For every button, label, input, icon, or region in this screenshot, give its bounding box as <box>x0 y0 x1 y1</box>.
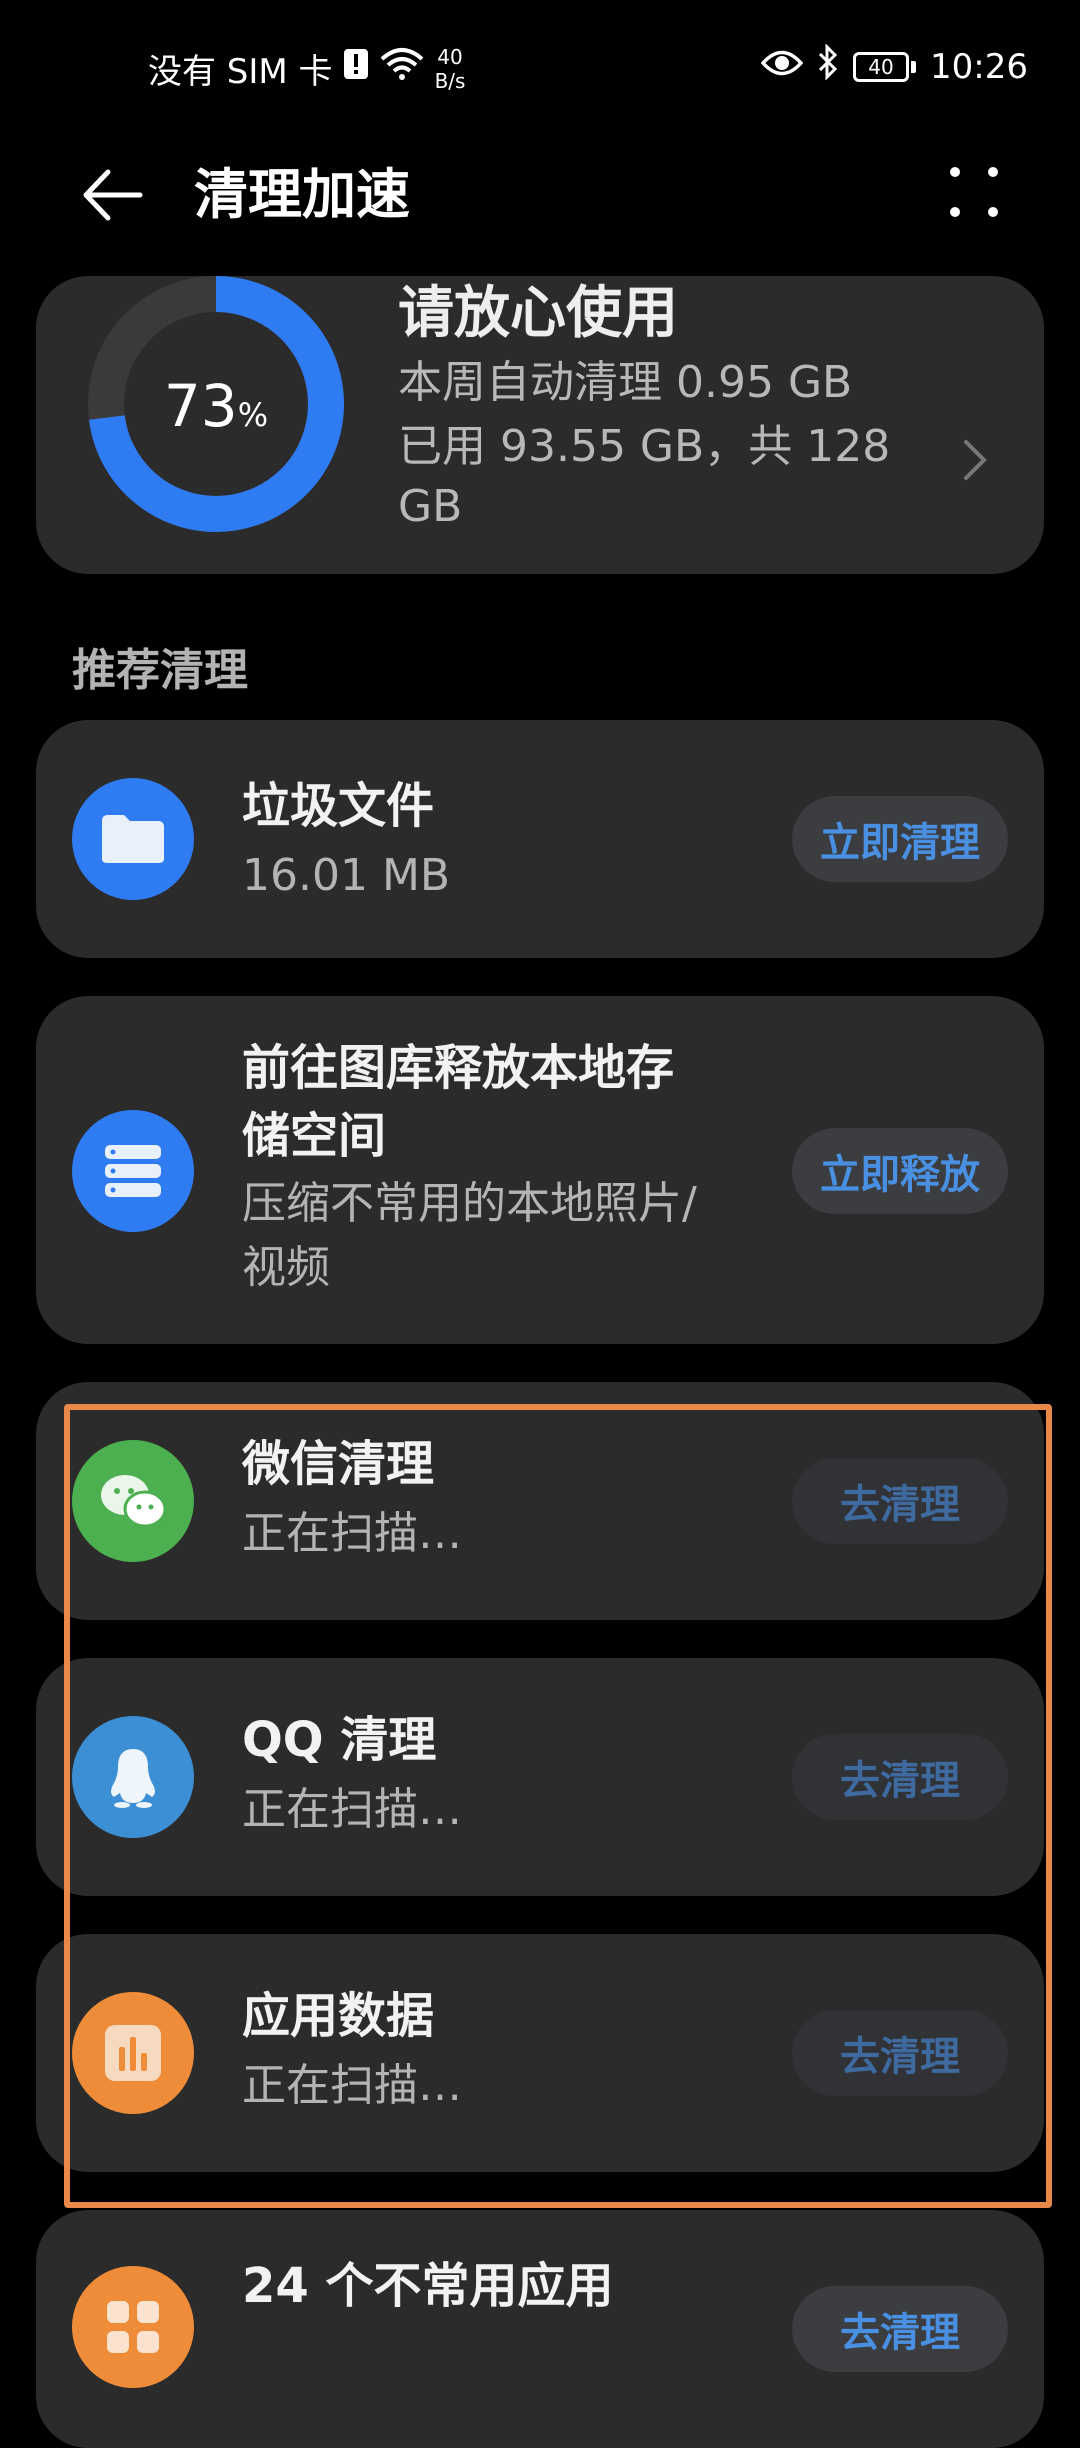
clock: 10:26 <box>930 46 1028 87</box>
unused-apps-title: 24 个不常用应用 <box>242 2258 614 2314</box>
list-item-junk-files[interactable]: 垃圾文件 16.01 MB 立即清理 <box>36 720 1044 958</box>
gallery-storage-icon <box>72 1110 194 1232</box>
storage-title: 请放心使用 <box>398 281 678 346</box>
more-options-button[interactable] <box>940 160 1010 230</box>
section-label-recommended: 推荐清理 <box>72 645 248 696</box>
junk-files-title: 垃圾文件 <box>242 778 435 834</box>
battery-indicator: 40 <box>853 51 917 82</box>
junk-files-size: 16.01 MB <box>242 850 451 901</box>
wifi-icon <box>379 47 425 90</box>
list-item-unused-apps[interactable]: 24 个不常用应用 去清理 <box>36 2210 1044 2448</box>
used-storage-text-cont: GB <box>398 481 463 532</box>
back-arrow-icon <box>83 169 143 221</box>
storage-percent: 73% <box>163 372 269 440</box>
clean-now-button[interactable]: 立即清理 <box>792 796 1008 882</box>
used-storage-text: 已用 93.55 GB，共 128 <box>398 421 891 472</box>
storage-summary-card[interactable]: 73% 请放心使用 本周自动清理 0.95 GB 已用 93.55 GB，共 1… <box>36 276 1044 574</box>
auto-clean-text: 本周自动清理 0.95 GB <box>398 357 853 408</box>
apps-grid-icon <box>72 2266 194 2388</box>
highlight-box <box>64 1404 1052 2208</box>
carrier-text: 没有 SIM 卡 <box>148 52 333 92</box>
gallery-desc-line2: 视频 <box>242 1242 330 1293</box>
release-now-button[interactable]: 立即释放 <box>792 1128 1008 1214</box>
status-bar-right: 40 10:26 <box>760 43 1028 89</box>
unused-apps-go-clean-button[interactable]: 去清理 <box>792 2286 1008 2372</box>
chevron-right-icon <box>964 440 987 480</box>
back-button[interactable] <box>78 160 148 230</box>
gallery-title-line1: 前往图库释放本地存 <box>242 1040 675 1096</box>
list-item-gallery-space[interactable]: 前往图库释放本地存 储空间 压缩不常用的本地照片/ 视频 立即释放 <box>36 996 1044 1344</box>
folder-icon <box>72 778 194 900</box>
eye-icon <box>760 47 804 87</box>
status-bar-left: 没有 SIM 卡 40 B/s <box>148 44 465 93</box>
gallery-desc-line1: 压缩不常用的本地照片/ <box>242 1178 697 1229</box>
sim-alert-icon <box>343 48 369 89</box>
more-dots-icon <box>950 167 998 217</box>
battery-icon: 40 <box>853 51 910 82</box>
bluetooth-icon <box>817 43 839 89</box>
page-title: 清理加速 <box>194 163 410 226</box>
gallery-title-line2: 储空间 <box>242 1108 387 1164</box>
network-speed: 40 B/s <box>434 44 466 93</box>
